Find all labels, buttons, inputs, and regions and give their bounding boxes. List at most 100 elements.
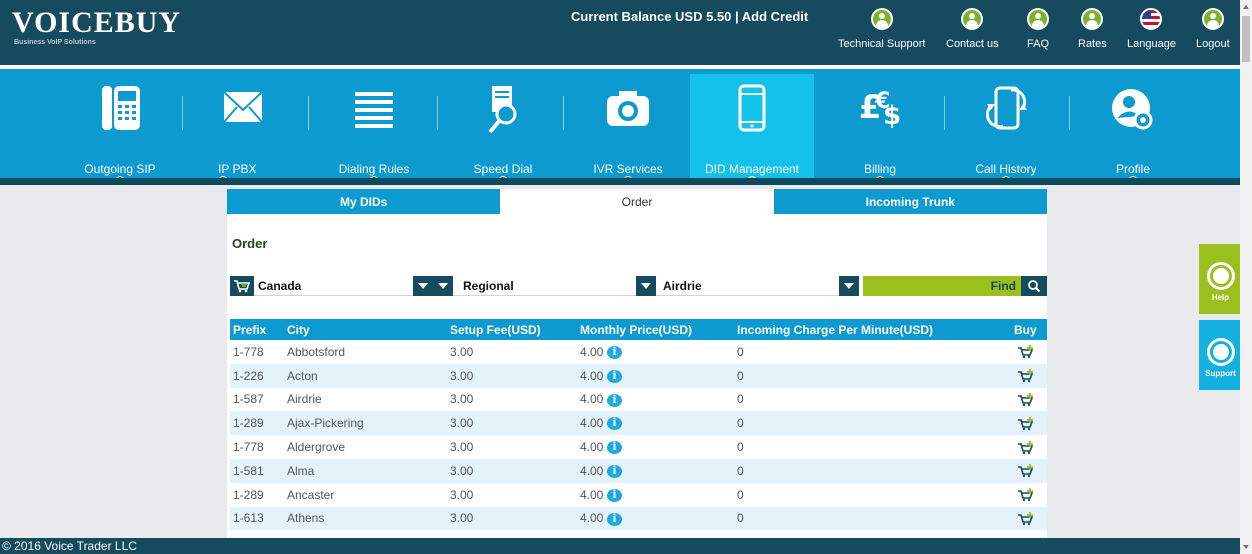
prefix-cell-value: 1-587 [233,392,264,407]
info-icon[interactable] [607,512,623,526]
nav-item-call-history[interactable]: Call History [946,74,1066,185]
prefix-cell-value: 1-778 [233,440,264,455]
setup-fee-cell-value: 3.00 [450,416,474,431]
setup-fee-cell: 3.00 [447,482,577,507]
scroll-thumb[interactable] [1242,16,1250,62]
nav-item-billing[interactable]: £ € $ Billing [820,74,940,185]
incoming-charge-cell: 0 [734,482,1011,507]
nav-rates[interactable]: Rates [1078,8,1107,50]
buy-cart-icon[interactable] [1017,488,1035,502]
prefix-cell-value: 1-289 [233,416,264,431]
buy-cart-icon[interactable] [1017,440,1035,455]
incoming-charge-cell-value: 0 [737,487,744,502]
col-setup-fee[interactable]: Setup Fee(USD) [447,319,577,340]
incoming-charge-cell-value: 0 [737,440,744,455]
support-button[interactable]: Support [1199,320,1242,390]
nav-faq[interactable]: FAQ [1027,8,1049,50]
city-cell-value: Aldergrove [287,440,346,455]
table-row[interactable]: 1-289 Ajax-Pickering 3.00 4.00 0 [230,411,1047,436]
nav-item-dialing-rules[interactable]: Dialing Rules [314,74,434,185]
user-icon [1201,8,1224,30]
scroll-up-icon[interactable] [1243,5,1249,9]
help-label: Help [1211,293,1230,302]
buy-cart-icon[interactable] [1017,392,1035,407]
col-prefix[interactable]: Prefix [230,319,284,340]
monthly-price-cell-value: 4.00 [580,439,604,454]
type-select-value: Regional [463,278,514,293]
table-row[interactable]: 1-613 Athens 3.00 4.00 0 [230,506,1047,531]
table-row[interactable]: 1-778 Abbotsford 3.00 4.00 0 [230,340,1047,364]
nav-divider [563,96,564,130]
country-select[interactable]: Canada [254,276,433,296]
nav-item-speed-dial[interactable]: Speed Dial [443,74,563,185]
nav-item-did-management[interactable]: DID Management [690,74,814,185]
info-icon[interactable] [607,464,623,479]
info-icon[interactable] [607,488,623,502]
table-row[interactable]: 1-226 Acton 3.00 4.00 0 [230,363,1047,388]
monthly-price-cell: 4.00 [577,363,734,388]
table-row[interactable]: 1-587 Airdrie 3.00 4.00 0 [230,387,1047,412]
nav-logout[interactable]: Logout [1196,8,1230,50]
extra-select-toggle[interactable] [839,276,863,296]
buy-cart-icon[interactable] [1017,464,1035,478]
chevron-down-icon [636,276,656,296]
nav-item-ip-pbx[interactable]: IP PBX [183,74,303,185]
buy-cart-icon[interactable] [1017,511,1035,526]
city-cell-value: Airdrie [287,392,322,407]
support-label: Support [1205,369,1236,378]
monthly-price-cell: 4.00 [577,387,734,412]
col-monthly-price[interactable]: Monthly Price(USD) [577,319,734,340]
buy-cart-icon[interactable] [1017,345,1035,359]
logo[interactable]: VOICEBUY [12,6,181,40]
info-icon[interactable] [607,416,623,431]
city-select[interactable]: Airdrie [636,276,839,296]
prefix-cell: 1-587 [230,387,284,412]
support-icon [1206,338,1235,366]
nav-language[interactable]: Language [1127,8,1176,50]
tab-order[interactable]: Order [500,189,774,214]
nav-contact-us[interactable]: Contact us [946,8,999,50]
buy-cell [1011,340,1047,364]
buy-cell [1011,363,1047,388]
monthly-price-cell: 4.00 [577,435,734,459]
buy-cart-icon[interactable] [1017,416,1035,431]
setup-fee-cell-value: 3.00 [450,487,474,502]
col-city[interactable]: City [284,319,447,340]
info-icon[interactable] [607,369,623,383]
help-icon [1206,262,1235,290]
type-select[interactable]: Regional [433,276,636,296]
svg-text:$: $ [883,101,901,131]
nav-item-ivr-services[interactable]: IVR Services [568,74,688,185]
scrollbar[interactable] [1240,0,1252,554]
nav-item-profile[interactable]: Profile [1073,74,1193,185]
tab-my-dids[interactable]: My DIDs [227,189,501,214]
setup-fee-cell: 3.00 [447,458,577,483]
prefix-cell: 1-581 [230,458,284,483]
nav-technical-support[interactable]: Technical Support [838,8,925,50]
col-incoming-charge[interactable]: Incoming Charge Per Minute(USD) [734,319,1011,340]
buy-cell [1011,435,1047,459]
incoming-charge-cell-value: 0 [737,368,744,383]
monthly-price-cell: 4.00 [577,482,734,507]
info-icon[interactable] [607,345,623,360]
info-icon[interactable] [607,393,623,407]
table-row[interactable]: 1-289 Ancaster 3.00 4.00 0 [230,482,1047,507]
prefix-cell: 1-289 [230,482,284,507]
nav-item-outgoing-sip[interactable]: Outgoing SIP [60,74,180,185]
find-button[interactable] [1021,276,1047,296]
table-row[interactable]: 1-581 Alma 3.00 4.00 0 [230,458,1047,483]
balance-add-credit[interactable]: Current Balance USD 5.50 | Add Credit [571,9,808,24]
tab-incoming-trunk[interactable]: Incoming Trunk [773,189,1047,214]
buy-cart-icon[interactable] [1017,369,1035,383]
nav-item-label: DID Management [704,162,800,176]
help-button[interactable]: Help [1199,244,1242,314]
find-bar: Find [863,276,1047,296]
info-icon[interactable] [607,440,623,455]
table-row[interactable]: 1-778 Aldergrove 3.00 4.00 0 [230,435,1047,459]
currency-icon: £ € $ [859,88,901,131]
city-cell-value: Athens [287,511,325,526]
incoming-charge-cell: 0 [734,340,1011,364]
profile-gear-icon [1112,89,1153,130]
city-cell-value: Acton [287,368,318,383]
scroll-down-icon[interactable] [1243,545,1249,549]
